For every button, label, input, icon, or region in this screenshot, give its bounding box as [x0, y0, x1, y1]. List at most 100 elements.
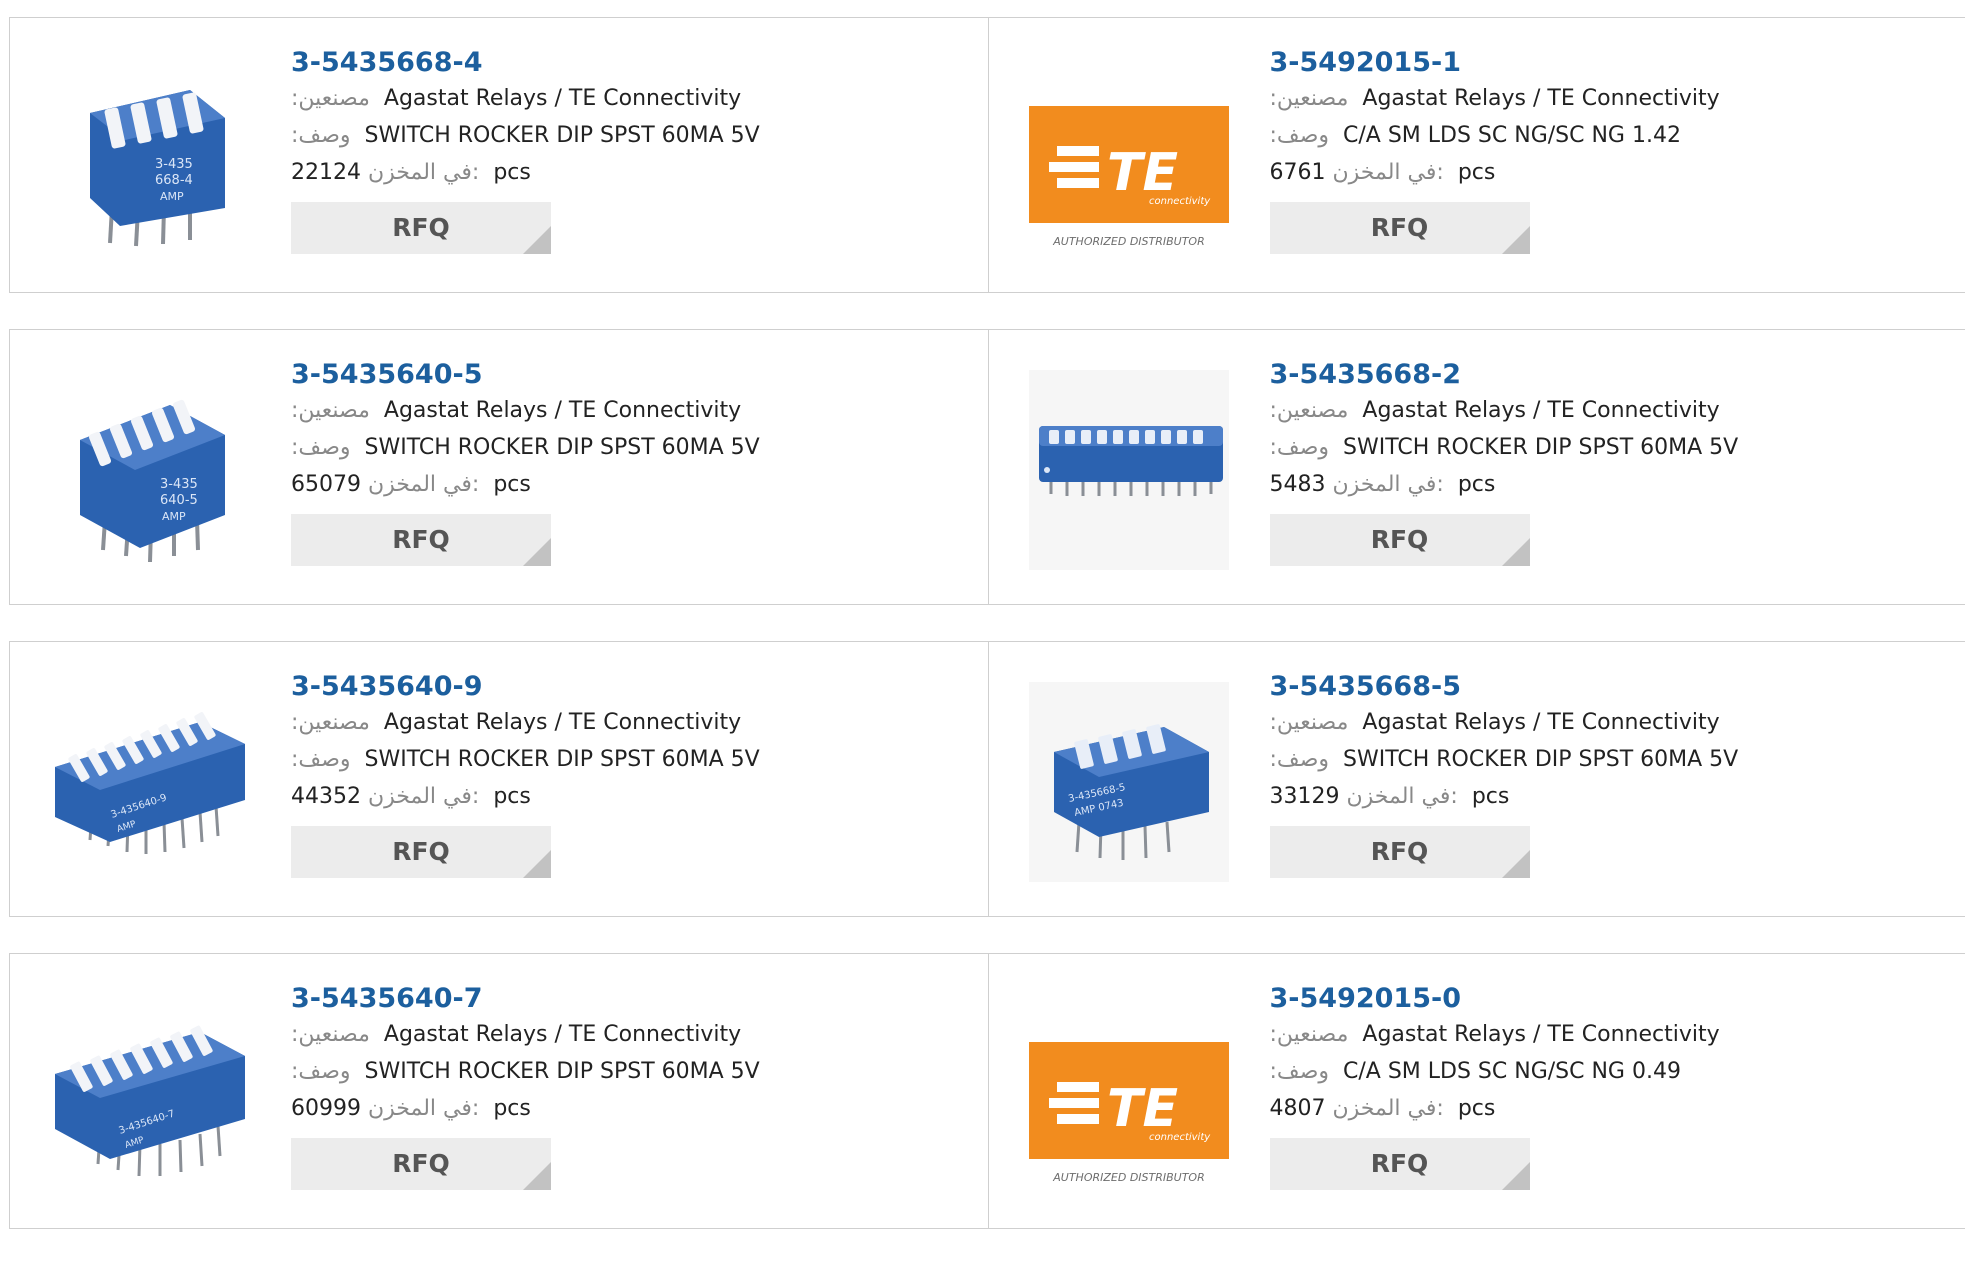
part-number-link[interactable]: 3-5492015-1 [1270, 46, 1946, 80]
stock-unit: pcs [1458, 1096, 1496, 1121]
description-line: :وصفC/A SM LDS SC NG/SC NG 0.49 [1270, 1053, 1946, 1090]
rfq-label: RFQ [1371, 525, 1429, 554]
product-image[interactable]: 3-435 668-4 AMP [50, 58, 250, 258]
product-card: 3-5435668-2 :مصنعين Agastat Relays / TE C… [988, 330, 1965, 604]
image-text: 640-5 [160, 493, 198, 508]
stock-unit: pcs [493, 1096, 531, 1121]
description-label: :وصف [1270, 435, 1330, 460]
product-card: 3-435668-5 AMP 0743 3-5435668-5 :مصنعينA… [988, 642, 1965, 916]
stock-line: 5483 في المخزن:pcs [1270, 466, 1946, 503]
manufacturer-label: :مصنعين [1270, 710, 1349, 735]
rfq-label: RFQ [1371, 837, 1429, 866]
stock-quantity: 6761 [1270, 160, 1326, 185]
te-logo-word: TE [1107, 143, 1178, 203]
part-number-link[interactable]: 3-5435668-4 [291, 46, 968, 80]
description-line: :وصفSWITCH ROCKER DIP SPST 60MA 5V [291, 429, 968, 466]
corner-fold [1502, 538, 1530, 566]
description-value: SWITCH ROCKER DIP SPST 60MA 5V [365, 747, 760, 772]
product-info: 3-5435668-4 :مصنعينAgastat Relays / TE C… [291, 46, 968, 254]
part-number-link[interactable]: 3-5435640-9 [291, 670, 968, 704]
rfq-button[interactable]: RFQ [1270, 202, 1530, 254]
product-info: 3-5435640-5 :مصنعين Agastat Relays / TE C… [291, 358, 968, 566]
stock-label: في المخزن: [368, 160, 479, 185]
manufacturer-value: Agastat Relays / TE Connectivity [384, 710, 741, 735]
stock-quantity: 5483 [1270, 472, 1326, 497]
description-line: :وصف SWITCH ROCKER DIP SPST 60MA 5V [291, 1053, 968, 1090]
product-grid: 3-435 668-4 AMP 3-5435668-4 :مصنعينAgast… [9, 17, 1965, 1265]
product-image[interactable]: TE connectivity AUTHORIZED DISTRIBUTOR [1029, 994, 1229, 1194]
stock-label: في المخزن: [1333, 472, 1444, 497]
product-card: 3-435 668-4 AMP 3-5435668-4 :مصنعينAgast… [10, 18, 988, 292]
rfq-button[interactable]: RFQ [291, 826, 551, 878]
product-image[interactable]: TE connectivity AUTHORIZED DISTRIBUTOR [1029, 58, 1229, 258]
rfq-label: RFQ [392, 1149, 450, 1178]
description-line: :وصفSWITCH ROCKER DIP SPST 60MA 5V [1270, 741, 1946, 778]
description-label: :وصف [291, 747, 351, 772]
image-text: AMP [162, 510, 186, 523]
product-card: 3-435 640-5 AMP 3-5435640-5 :مصنعين Agast… [10, 330, 988, 604]
rfq-label: RFQ [1371, 213, 1429, 242]
product-image[interactable]: 3-435640-7 AMP [50, 994, 250, 1194]
description-value: SWITCH ROCKER DIP SPST 60MA 5V [1343, 435, 1738, 460]
part-number-link[interactable]: 3-5492015-0 [1270, 982, 1946, 1016]
rfq-button[interactable]: RFQ [291, 202, 551, 254]
stock-unit: pcs [1472, 784, 1510, 809]
stock-label: في المخزن: [368, 784, 479, 809]
stock-line: 33129 في المخزن: pcs [1270, 778, 1946, 815]
manufacturer-value: Agastat Relays / TE Connectivity [384, 398, 741, 423]
rfq-button[interactable]: RFQ [291, 514, 551, 566]
product-row: 3-435 640-5 AMP 3-5435640-5 :مصنعين Agast… [9, 329, 1965, 605]
product-info: 3-5435640-9 :مصنعين Agastat Relays / TE C… [291, 670, 968, 878]
stock-unit: pcs [493, 160, 531, 185]
product-info: 3-5492015-1 :مصنعينAgastat Relays / TE C… [1270, 46, 1946, 254]
manufacturer-label: :مصنعين [291, 398, 370, 423]
product-image[interactable]: 3-435 640-5 AMP [50, 370, 250, 570]
stock-quantity: 4807 [1270, 1096, 1326, 1121]
manufacturer-value: Agastat Relays / TE Connectivity [384, 1022, 741, 1047]
product-image[interactable]: 3-435668-5 AMP 0743 [1029, 682, 1229, 882]
stock-quantity: 22124 [291, 160, 361, 185]
manufacturer-value: Agastat Relays / TE Connectivity [1362, 398, 1719, 423]
stock-unit: pcs [493, 472, 531, 497]
rfq-label: RFQ [392, 213, 450, 242]
rfq-button[interactable]: RFQ [291, 1138, 551, 1190]
product-row: 3-435640-7 AMP 3-5435640-7 :مصنعين Agasta… [9, 953, 1965, 1229]
product-row: 3-435640-9 AMP 3-5435640-9 :مصنعين Agasta… [9, 641, 1965, 917]
product-image[interactable] [1029, 370, 1229, 570]
stock-label: في المخزن: [1333, 1096, 1444, 1121]
description-label: :وصف [1270, 747, 1330, 772]
manufacturer-label: :مصنعين [1270, 86, 1349, 111]
stock-label: في المخزن: [1347, 784, 1458, 809]
rfq-button[interactable]: RFQ [1270, 826, 1530, 878]
stock-line: 60999 في المخزن:pcs [291, 1090, 968, 1127]
authorized-badge: AUTHORIZED DISTRIBUTOR [1052, 1171, 1205, 1184]
rfq-button[interactable]: RFQ [1270, 1138, 1530, 1190]
part-number-link[interactable]: 3-5435640-7 [291, 982, 968, 1016]
part-number-link[interactable]: 3-5435640-5 [291, 358, 968, 392]
rfq-label: RFQ [392, 837, 450, 866]
rfq-button[interactable]: RFQ [1270, 514, 1530, 566]
description-label: :وصف [291, 1059, 351, 1084]
manufacturer-label: :مصنعين [291, 1022, 370, 1047]
stock-unit: pcs [493, 784, 531, 809]
te-logo-sub: connectivity [1149, 1132, 1211, 1143]
manufacturer-label: :مصنعين [291, 710, 370, 735]
product-info: 3-5492015-0 :مصنعينAgastat Relays / TE C… [1270, 982, 1946, 1190]
corner-fold [523, 1162, 551, 1190]
manufacturer-line: :مصنعينAgastat Relays / TE Connectivity [1270, 80, 1946, 117]
stock-quantity: 33129 [1270, 784, 1340, 809]
part-number-link[interactable]: 3-5435668-5 [1270, 670, 1946, 704]
manufacturer-label: :مصنعين [1270, 398, 1349, 423]
description-value: SWITCH ROCKER DIP SPST 60MA 5V [365, 1059, 760, 1084]
description-line: :وصفC/A SM LDS SC NG/SC NG 1.42 [1270, 117, 1946, 154]
description-value: SWITCH ROCKER DIP SPST 60MA 5V [365, 123, 760, 148]
product-image[interactable]: 3-435640-9 AMP [50, 682, 250, 882]
stock-line: 22124 في المخزن: pcs [291, 154, 968, 191]
product-info: 3-5435668-2 :مصنعين Agastat Relays / TE C… [1270, 358, 1946, 566]
manufacturer-line: :مصنعينAgastat Relays / TE Connectivity [291, 80, 968, 117]
manufacturer-line: :مصنعين Agastat Relays / TE Connectivity [291, 704, 968, 741]
description-line: :وصف SWITCH ROCKER DIP SPST 60MA 5V [1270, 429, 1946, 466]
description-label: :وصف [291, 123, 351, 148]
part-number-link[interactable]: 3-5435668-2 [1270, 358, 1946, 392]
description-value: SWITCH ROCKER DIP SPST 60MA 5V [365, 435, 760, 460]
